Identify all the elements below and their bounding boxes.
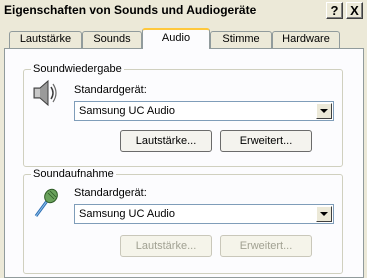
recording-volume-button[interactable]: Lautstärke... bbox=[120, 235, 212, 257]
tab-sounds[interactable]: Sounds bbox=[82, 31, 142, 48]
tab-lautstaerke[interactable]: Lautstärke bbox=[9, 31, 82, 48]
recording-device-value: Samsung UC Audio bbox=[79, 208, 175, 220]
recording-advanced-button[interactable]: Erweitert... bbox=[220, 235, 312, 257]
playback-device-value: Samsung UC Audio bbox=[79, 105, 175, 117]
playback-volume-button[interactable]: Lautstärke... bbox=[120, 130, 212, 152]
playback-group-title: Soundwiedergabe bbox=[31, 63, 124, 75]
recording-group-title: Soundaufnahme bbox=[31, 168, 116, 180]
window-title: Eigenschaften von Sounds und Audiogeräte bbox=[4, 3, 257, 17]
title-bar: Eigenschaften von Sounds und Audiogeräte… bbox=[0, 0, 367, 22]
tab-audio[interactable]: Audio bbox=[142, 28, 210, 49]
chevron-down-icon[interactable] bbox=[316, 103, 332, 119]
playback-group: Soundwiedergabe Standardgerät: Samsung U… bbox=[23, 63, 343, 167]
tab-strip: Lautstärke Sounds Audio Stimme Hardware bbox=[0, 24, 367, 49]
recording-device-label: Standardgerät: bbox=[74, 187, 147, 199]
microphone-icon bbox=[34, 188, 58, 217]
recording-device-select[interactable]: Samsung UC Audio bbox=[74, 204, 334, 224]
recording-group: Soundaufnahme Standardgerät: Samsung UC … bbox=[23, 168, 343, 274]
audio-tab-panel: Soundwiedergabe Standardgerät: Samsung U… bbox=[4, 48, 364, 278]
close-button[interactable]: X bbox=[346, 2, 363, 19]
tab-stimme[interactable]: Stimme bbox=[210, 31, 272, 48]
help-button[interactable]: ? bbox=[326, 2, 343, 19]
speaker-icon bbox=[33, 79, 57, 107]
playback-device-label: Standardgerät: bbox=[74, 84, 147, 96]
playback-device-select[interactable]: Samsung UC Audio bbox=[74, 101, 334, 121]
chevron-down-icon[interactable] bbox=[316, 206, 332, 222]
tab-hardware[interactable]: Hardware bbox=[272, 31, 340, 48]
playback-advanced-button[interactable]: Erweitert... bbox=[220, 130, 312, 152]
